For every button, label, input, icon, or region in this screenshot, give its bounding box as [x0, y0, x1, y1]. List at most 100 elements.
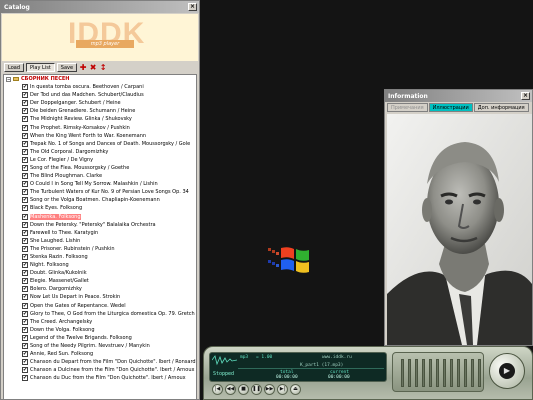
play-button[interactable]: ▶	[489, 353, 525, 389]
track-checkbox[interactable]: ✔	[22, 302, 28, 309]
track-item[interactable]: ✔ Die beiden Grenadiere. Schumann / Heine	[4, 107, 196, 115]
track-checkbox[interactable]: ✔	[22, 245, 28, 252]
track-item[interactable]: ✔ Glory to Thee, O God from the Liturgica…	[4, 310, 196, 318]
track-item[interactable]: ✔ Bolero. Dargomizhky	[4, 285, 196, 293]
eq-slider[interactable]	[457, 359, 460, 387]
track-checkbox[interactable]: ✔	[22, 343, 28, 350]
close-icon[interactable]: ×	[188, 3, 197, 11]
eq-slider[interactable]	[415, 359, 418, 387]
eq-slider[interactable]	[436, 359, 439, 387]
eq-slider[interactable]	[471, 359, 474, 387]
track-checkbox[interactable]: ✔	[22, 181, 28, 188]
track-checkbox[interactable]: ✔	[22, 189, 28, 196]
playlist-root[interactable]: − СБОРНИК ПЕСЕН	[4, 75, 196, 83]
track-item[interactable]: ✔ She Laughed. Lishin	[4, 237, 196, 245]
eq-slider[interactable]	[478, 359, 481, 387]
track-checkbox[interactable]: ✔	[22, 124, 28, 131]
track-item[interactable]: ✔ The Turbulent Waters of Kur No. 9 of Pe…	[4, 188, 196, 196]
track-checkbox[interactable]: ✔	[22, 116, 28, 123]
track-item[interactable]: ✔ Der Tod und das Madchen. Schubert/Claud…	[4, 91, 196, 99]
track-item[interactable]: ✔ Chanson du Duc from the Film "Don Quich…	[4, 374, 196, 382]
track-item[interactable]: ✔ The Old Corporal. Dargomizhky	[4, 148, 196, 156]
track-checkbox[interactable]: ✔	[22, 229, 28, 236]
track-checkbox[interactable]: ✔	[22, 205, 28, 212]
track-item[interactable]: ✔ Open the Gates of Repentance. Wedel	[4, 302, 196, 310]
track-item[interactable]: ✔ Song of the Flea. Moussorgsky / Goethe	[4, 164, 196, 172]
track-item[interactable]: ✔ Song or the Volga Boatmen. Chapliapin-K…	[4, 196, 196, 204]
info-titlebar[interactable]: Information ×	[385, 90, 532, 102]
track-checkbox[interactable]: ✔	[22, 254, 28, 261]
track-item[interactable]: ✔ Mashenka. Folksong	[4, 213, 196, 221]
track-checkbox[interactable]: ✔	[22, 237, 28, 244]
track-checkbox[interactable]: ✔	[22, 197, 28, 204]
eq-slider[interactable]	[422, 359, 425, 387]
track-item[interactable]: ✔ Chanson du Depart from the Film "Don Qu…	[4, 358, 196, 366]
eq-slider[interactable]	[450, 359, 453, 387]
track-checkbox[interactable]: ✔	[22, 359, 28, 366]
track-item[interactable]: ✔ Der Doppelganger. Schubert / Heine	[4, 99, 196, 107]
track-item[interactable]: ✔ When the King Went Forth to War. Koenem…	[4, 132, 196, 140]
catalog-titlebar[interactable]: Catalog ×	[1, 1, 199, 13]
tab-extra-info[interactable]: Доп. информация	[473, 103, 529, 112]
track-checkbox[interactable]: ✔	[22, 213, 28, 220]
track-checkbox[interactable]: ✔	[22, 164, 28, 171]
eject-button[interactable]: ⏏	[290, 384, 301, 395]
rewind-button[interactable]: ◀◀	[225, 384, 236, 395]
load-button[interactable]: Load	[4, 63, 24, 72]
track-item[interactable]: ✔ The Creed. Archangelsky	[4, 318, 196, 326]
track-checkbox[interactable]: ✔	[22, 310, 28, 317]
track-item[interactable]: ✔ Annie, Red Sun. Folksong	[4, 350, 196, 358]
eq-slider[interactable]	[443, 359, 446, 387]
track-item[interactable]: ✔ In questa tomba oscura. Beethoven / Car…	[4, 83, 196, 91]
track-checkbox[interactable]: ✔	[22, 351, 28, 358]
track-checkbox[interactable]: ✔	[22, 318, 28, 325]
track-checkbox[interactable]: ✔	[22, 286, 28, 293]
eq-slider[interactable]	[464, 359, 467, 387]
eq-slider[interactable]	[408, 359, 411, 387]
track-item[interactable]: ✔ Chanson a Dulcinee from the Film "Don Q…	[4, 366, 196, 374]
track-item[interactable]: ✔ Legend of the Twelve Brigands. Folksong	[4, 334, 196, 342]
prev-button[interactable]: |◀	[212, 384, 223, 395]
track-item[interactable]: ✔ Trepak No. 1 of Songs and Dances of Dea…	[4, 140, 196, 148]
track-checkbox[interactable]: ✔	[22, 148, 28, 155]
track-checkbox[interactable]: ✔	[22, 108, 28, 115]
playlist-button[interactable]: Play List	[26, 63, 55, 72]
track-item[interactable]: ✔ Farewell to Thee. Karatygin	[4, 229, 196, 237]
track-checkbox[interactable]: ✔	[22, 173, 28, 180]
next-button[interactable]: ▶|	[277, 384, 288, 395]
track-checkbox[interactable]: ✔	[22, 221, 28, 228]
stop-button[interactable]: ■	[238, 384, 249, 395]
track-checkbox[interactable]: ✔	[22, 156, 28, 163]
track-checkbox[interactable]: ✔	[22, 278, 28, 285]
eq-slider[interactable]	[429, 359, 432, 387]
track-checkbox[interactable]: ✔	[22, 375, 28, 382]
seek-bar[interactable]	[238, 368, 384, 369]
pause-button[interactable]: ❚❚	[251, 384, 262, 395]
track-item[interactable]: ✔ Now Let Us Depart in Peace. Strokin	[4, 293, 196, 301]
track-checkbox[interactable]: ✔	[22, 270, 28, 277]
track-item[interactable]: ✔ Elegie. Massenet/Gallet	[4, 277, 196, 285]
track-item[interactable]: ✔ Stenka Razin. Folksong	[4, 253, 196, 261]
track-checkbox[interactable]: ✔	[22, 100, 28, 107]
track-checkbox[interactable]: ✔	[22, 84, 28, 91]
save-button[interactable]: Save	[56, 63, 78, 72]
tab-illustrations[interactable]: Иллюстрации	[428, 103, 473, 112]
forward-button[interactable]: ▶▶	[264, 384, 275, 395]
track-item[interactable]: ✔ O Could I in Song Tell My Sorrow. Malas…	[4, 180, 196, 188]
track-item[interactable]: ✔ Down the Petersky. "Petersky" Balalaika…	[4, 221, 196, 229]
remove-icon[interactable]: ✖	[89, 63, 97, 72]
add-icon[interactable]: ✚	[79, 63, 87, 72]
collapse-icon[interactable]: −	[6, 76, 11, 82]
track-item[interactable]: ✔ Doubt. Glinka/Kukolnik	[4, 269, 196, 277]
track-item[interactable]: ✔ Song of the Needy Pilgrim. Nevstruev / …	[4, 342, 196, 350]
track-checkbox[interactable]: ✔	[22, 262, 28, 269]
track-checkbox[interactable]: ✔	[22, 92, 28, 99]
eq-slider[interactable]	[401, 359, 404, 387]
track-checkbox[interactable]: ✔	[22, 326, 28, 333]
track-item[interactable]: ✔ The Prophet. Rimsky-Korsakov / Pushkin	[4, 123, 196, 131]
track-checkbox[interactable]: ✔	[22, 140, 28, 147]
sort-icon[interactable]: ↕	[99, 63, 107, 72]
track-item[interactable]: ✔ The Blind Ploughman. Clarke	[4, 172, 196, 180]
tab-notes[interactable]: Примечания	[387, 103, 428, 112]
track-checkbox[interactable]: ✔	[22, 334, 28, 341]
